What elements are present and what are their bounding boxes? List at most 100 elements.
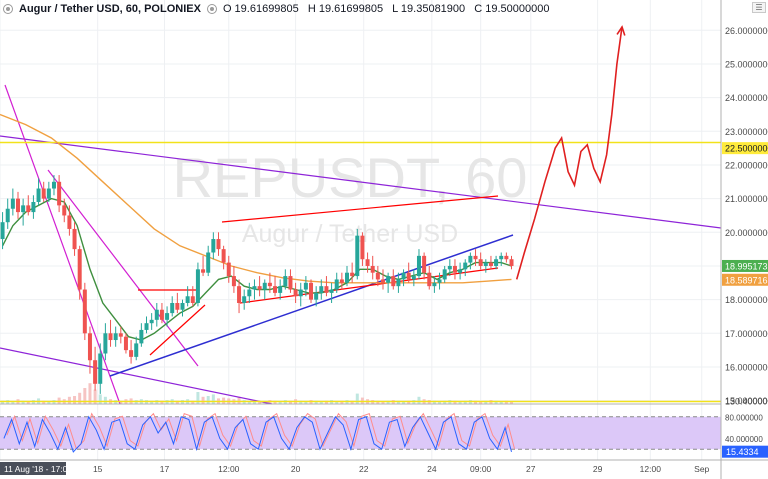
volume-bar [417, 396, 421, 404]
hamburger-icon[interactable]: ☰ [752, 2, 766, 13]
candle-body [216, 239, 221, 250]
candle-body [375, 272, 380, 280]
candle-body [82, 289, 87, 334]
candle-body [129, 350, 134, 357]
candle-body [478, 259, 483, 266]
candle-body [185, 296, 190, 303]
chart-header: Augur / Tether USD, 60, POLONIEX O 19.61… [3, 1, 555, 16]
candle-body [499, 255, 504, 260]
time-tick-label: 24 [427, 464, 437, 474]
candle-body [123, 336, 128, 351]
candle-body [504, 255, 509, 260]
candle-body [72, 228, 77, 250]
chart-canvas[interactable]: REPUSDT, 60 Augur / Tether USD 26.000000… [0, 0, 768, 479]
candle-body [113, 333, 118, 341]
candle-body [411, 276, 416, 280]
candle-body [5, 208, 10, 223]
volume-bar [103, 396, 107, 404]
candle-body [380, 279, 385, 283]
candle-body [432, 282, 437, 287]
candle-body [154, 309, 159, 320]
candle-body [288, 276, 293, 290]
candle-body [15, 198, 20, 213]
candle-body [0, 222, 5, 240]
candle-body [98, 353, 103, 384]
candle-body [386, 276, 391, 283]
symbol-search-icon[interactable] [3, 3, 13, 14]
time-tick-label: 29 [593, 464, 603, 474]
candle-body [298, 289, 303, 297]
candle-body [149, 319, 154, 324]
price-tick-label: 25.00000000 [725, 59, 768, 69]
candle-body [118, 333, 123, 337]
candle-body [41, 188, 46, 199]
candle-body [170, 303, 175, 314]
time-tick-label: 12:00 [640, 464, 662, 474]
candle-body [247, 289, 252, 297]
candle-body [314, 292, 319, 300]
candle-body [329, 289, 334, 293]
candle-body [483, 262, 488, 266]
symbol-title[interactable]: Augur / Tether USD, 60, POLONIEX [19, 3, 201, 15]
candle-body [10, 198, 15, 209]
volume-bar [78, 392, 82, 404]
price-tick-label: 23.00000000 [725, 127, 768, 137]
volume-bar [67, 396, 71, 404]
volume-bar [211, 394, 215, 404]
candle-body [175, 303, 180, 310]
candle-body [437, 279, 442, 283]
candle-body [139, 329, 144, 344]
visibility-icon[interactable] [206, 3, 217, 14]
candle-body [360, 235, 365, 260]
price-tick-label: 130.4000000 [725, 397, 768, 407]
candle-body [370, 265, 375, 273]
close-value: C 19.50000000 [474, 2, 550, 15]
candle-body [51, 181, 56, 189]
price-tick-label: 16.00000000 [725, 362, 768, 372]
price-tick-label: 24.00000000 [725, 93, 768, 103]
volume-bar [73, 396, 77, 404]
candle-body [226, 262, 231, 277]
candle-body [257, 286, 262, 290]
ohlc-values: O 19.61699805 H 19.61699805 L 19.3508190… [223, 3, 556, 15]
candle-body [31, 202, 36, 213]
candle-body [283, 276, 288, 287]
time-tick-label: 20 [291, 464, 301, 474]
candle-body [159, 309, 164, 320]
time-cursor-label: 11 Aug '18 - 17:00 [4, 464, 72, 474]
candle-body [221, 249, 226, 263]
candle-body [339, 279, 344, 283]
candle-body [252, 286, 257, 290]
candle-body [334, 279, 339, 290]
open-value: O 19.61699805 [222, 2, 299, 15]
candle-body [36, 188, 41, 202]
candle-body [206, 252, 211, 273]
candle-body [509, 259, 514, 266]
candle-body [201, 269, 206, 273]
candle-body [237, 286, 242, 303]
candle-body [391, 276, 396, 287]
price-tick-label: 20.00000000 [725, 228, 768, 238]
candle-body [324, 286, 329, 293]
candle-body [488, 262, 493, 266]
candle-body [165, 313, 170, 320]
candle-body [473, 255, 478, 260]
candle-body [396, 279, 401, 287]
candle-body [242, 296, 247, 303]
price-label-text: 18.58971636 [725, 275, 768, 285]
candle-body [458, 269, 463, 273]
candle-body [57, 181, 62, 206]
candle-body [406, 272, 411, 280]
time-tick-label: 22 [359, 464, 369, 474]
price-label-text: 22.50000000 [725, 144, 768, 154]
price-label-text: 18.99517328 [725, 261, 768, 271]
candle-body [452, 265, 457, 273]
volume-bar [201, 396, 205, 404]
price-axis[interactable]: 26.00000000 25.00000000 24.00000000 23.0000… [720, 0, 768, 479]
candle-body [26, 205, 31, 213]
candle-body [350, 272, 355, 277]
high-value: H 19.61699805 [307, 2, 384, 15]
candle-body [21, 205, 26, 213]
candle-body [273, 286, 278, 293]
candle-body [303, 282, 308, 290]
